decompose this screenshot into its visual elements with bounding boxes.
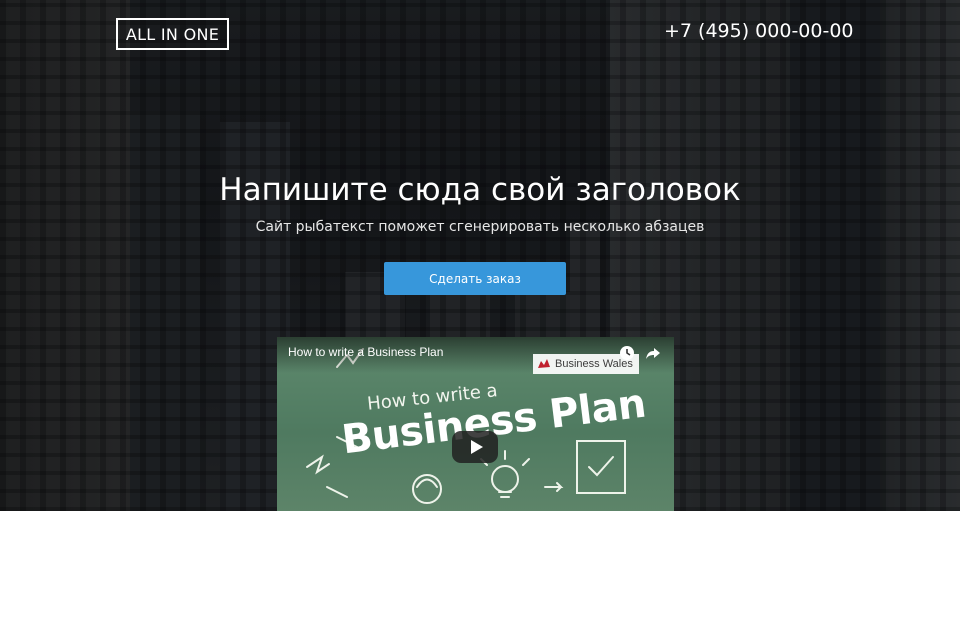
- page-subtitle: Сайт рыбатекст поможет сгенерировать нес…: [255, 219, 705, 235]
- play-icon: [470, 440, 483, 454]
- share-icon[interactable]: [645, 345, 661, 361]
- logo[interactable]: ALL IN ONE: [116, 18, 229, 50]
- dragon-icon: [538, 359, 550, 368]
- play-button[interactable]: [452, 431, 498, 463]
- clock-icon[interactable]: [619, 345, 635, 361]
- page-title: Напишите сюда свой заголовок: [219, 172, 741, 208]
- video-title[interactable]: How to write a Business Plan: [288, 345, 443, 359]
- hero-section: ALL IN ONE +7 (495) 000-00-00 Напишите с…: [0, 0, 960, 511]
- order-button[interactable]: Сделать заказ: [384, 262, 566, 295]
- phone-number[interactable]: +7 (495) 000-00-00: [664, 20, 854, 42]
- video-embed[interactable]: How to write a Business Plan Business Wa…: [277, 337, 674, 511]
